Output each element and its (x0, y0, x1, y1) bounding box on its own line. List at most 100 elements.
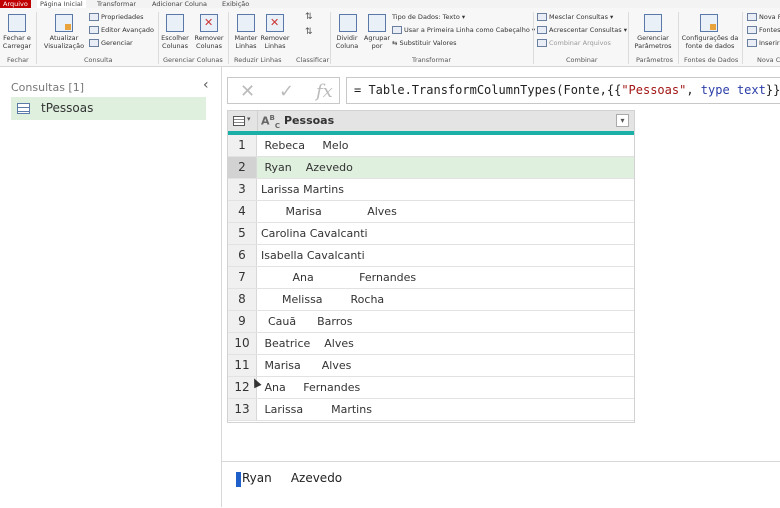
row-number[interactable]: 7 (228, 267, 257, 288)
cell-value[interactable]: Isabella Cavalcanti (261, 245, 365, 266)
tab-pagina-inicial[interactable]: Página Inicial (37, 0, 86, 8)
group-by-icon (368, 14, 386, 32)
table-row[interactable]: 11 Marisa Alves (228, 355, 634, 377)
column-header-row: ABC Pessoas ▾ (228, 111, 634, 135)
close-load-button[interactable]: Fechar e Carregar (1, 34, 33, 50)
row-number[interactable]: 10 (228, 333, 257, 354)
new-source-button[interactable]: Nova F (747, 13, 780, 21)
keep-rows-button[interactable]: Manter Linhas (231, 34, 261, 50)
enter-data-button[interactable]: Inserir (747, 39, 780, 47)
table-row[interactable]: 10 Beatrice Alves (228, 333, 634, 355)
split-column-icon (339, 14, 357, 32)
properties-icon (89, 13, 99, 21)
table-row[interactable]: 5 Carolina Cavalcanti (228, 223, 634, 245)
advanced-editor-button[interactable]: Editor Avançado (89, 26, 154, 34)
refresh-icon (55, 14, 73, 32)
refresh-preview-button[interactable]: Atualizar Visualização (40, 34, 88, 50)
cell-value[interactable]: Ryan Azevedo (261, 157, 352, 178)
row-number[interactable]: 13 (228, 399, 257, 420)
value-preview-pane: Ryan Azevedo (222, 461, 780, 508)
merge-queries-button[interactable]: Mesclar Consultas ▾ (537, 13, 613, 21)
row-number[interactable]: 3 (228, 179, 257, 200)
table-row[interactable]: 12 Ana Fernandes (228, 377, 634, 399)
cell-value[interactable]: Carolina Cavalcanti (261, 223, 368, 244)
data-source-settings-button[interactable]: Configurações da fonte de dados (680, 34, 740, 50)
group-label-reduce-rows: Reduzir Linhas (234, 56, 282, 64)
tab-exibicao[interactable]: Exibição (222, 0, 249, 8)
cell-value[interactable]: Marisa Alves (261, 201, 396, 222)
row-number[interactable]: 8 (228, 289, 257, 310)
combine-icon (537, 39, 547, 47)
group-by-button[interactable]: Agrupar por (362, 34, 392, 50)
tab-adicionar-coluna[interactable]: Adicionar Coluna (152, 0, 207, 8)
recent-sources-icon (747, 26, 757, 34)
table-row[interactable]: 9 Cauã Barros (228, 311, 634, 333)
replace-values-button[interactable]: ⇆ Substituir Valores (392, 39, 456, 47)
choose-columns-button[interactable]: Escolher Colunas (160, 34, 190, 50)
table-row[interactable]: 3 Larissa Martins (228, 179, 634, 201)
ribbon: Fechar e Carregar Atualizar Visualização P… (0, 8, 780, 67)
collapse-panel-icon[interactable]: ‹ (203, 77, 209, 93)
first-row-header-button[interactable]: Usar a Primeira Linha como Cabeçalho ▾ (392, 26, 535, 34)
group-label-query: Consulta (84, 56, 113, 64)
table-row[interactable]: 4 Marisa Alves (228, 201, 634, 223)
table-menu-icon[interactable] (228, 111, 258, 131)
combine-files-button[interactable]: Combinar Arquivos (537, 39, 611, 47)
cell-value[interactable]: Melissa Rocha (261, 289, 384, 310)
filter-dropdown-icon[interactable]: ▾ (616, 114, 629, 127)
row-number[interactable]: 9 (228, 311, 257, 332)
row-number[interactable]: 6 (228, 245, 257, 266)
row-number[interactable]: 4 (228, 201, 257, 222)
group-label-transform: Transformar (412, 56, 451, 64)
ribbon-tabs: Arquivo Página Inicial Transformar Adici… (0, 0, 780, 8)
cell-value[interactable]: Marisa Alves (261, 355, 351, 376)
table-row[interactable]: 13 Larissa Martins (228, 399, 634, 421)
manage-button[interactable]: Gerenciar (89, 39, 133, 47)
text-type-icon[interactable]: ABC (261, 114, 280, 130)
split-column-button[interactable]: Dividir Coluna (332, 34, 362, 50)
row-number[interactable]: 1 (228, 135, 257, 156)
group-label-manage-columns: Gerenciar Colunas (163, 56, 223, 64)
query-item-tpessoas[interactable]: tPessoas (11, 97, 206, 120)
formula-input[interactable]: = Table.TransformColumnTypes(Fonte,{{"Pe… (346, 77, 780, 104)
cell-value[interactable]: Larissa Martins (261, 179, 344, 200)
table-row[interactable]: 2 Ryan Azevedo (228, 157, 634, 179)
row-number[interactable]: 2 (228, 157, 257, 178)
keep-rows-icon (237, 14, 255, 32)
data-type-dropdown[interactable]: Tipo de Dados: Texto ▾ (392, 13, 465, 21)
separator (228, 12, 229, 64)
confirm-icon[interactable]: ✓ (279, 81, 294, 102)
sort-descending-icon[interactable]: ⇅ (305, 28, 313, 37)
new-source-icon (747, 13, 757, 21)
cell-value[interactable]: Larissa Martins (261, 399, 371, 420)
tab-arquivo[interactable]: Arquivo (0, 0, 31, 8)
cancel-icon[interactable]: ✕ (240, 81, 255, 102)
fx-icon[interactable]: fx (316, 81, 333, 102)
merge-icon (537, 13, 547, 21)
manage-parameters-button[interactable]: Gerenciar Parâmetros (630, 34, 676, 50)
cell-value[interactable]: Cauã Barros (261, 311, 352, 332)
properties-button[interactable]: Propriedades (89, 13, 144, 21)
append-queries-button[interactable]: Acrescentar Consultas ▾ (537, 26, 627, 34)
tab-transformar[interactable]: Transformar (97, 0, 136, 8)
column-header-pessoas[interactable]: Pessoas (284, 114, 334, 127)
cell-value[interactable]: Ana Fernandes (261, 267, 416, 288)
separator (158, 12, 159, 64)
sort-ascending-icon[interactable]: ⇅ (305, 13, 313, 22)
cell-value[interactable]: Beatrice Alves (261, 333, 353, 354)
row-number[interactable]: 11 (228, 355, 257, 376)
recent-sources-button[interactable]: Fontes (747, 26, 780, 34)
remove-rows-button[interactable]: Remover Linhas (259, 34, 291, 50)
cell-value[interactable]: Rebeca Melo (261, 135, 348, 156)
table-row[interactable]: 7 Ana Fernandes (228, 267, 634, 289)
row-number[interactable]: 5 (228, 223, 257, 244)
table-row[interactable]: 8 Melissa Rocha (228, 289, 634, 311)
parameters-icon (644, 14, 662, 32)
group-label-new: Nova C (757, 56, 780, 64)
cell-value[interactable]: Ana Fernandes (261, 377, 360, 398)
remove-columns-button[interactable]: Remover Colunas (193, 34, 225, 50)
table-row[interactable]: 1 Rebeca Melo (228, 135, 634, 157)
data-grid: ABC Pessoas ▾ 1 Rebeca Melo2 Ryan Azeved… (227, 110, 635, 423)
group-label-close: Fechar (7, 56, 29, 64)
table-row[interactable]: 6 Isabella Cavalcanti (228, 245, 634, 267)
